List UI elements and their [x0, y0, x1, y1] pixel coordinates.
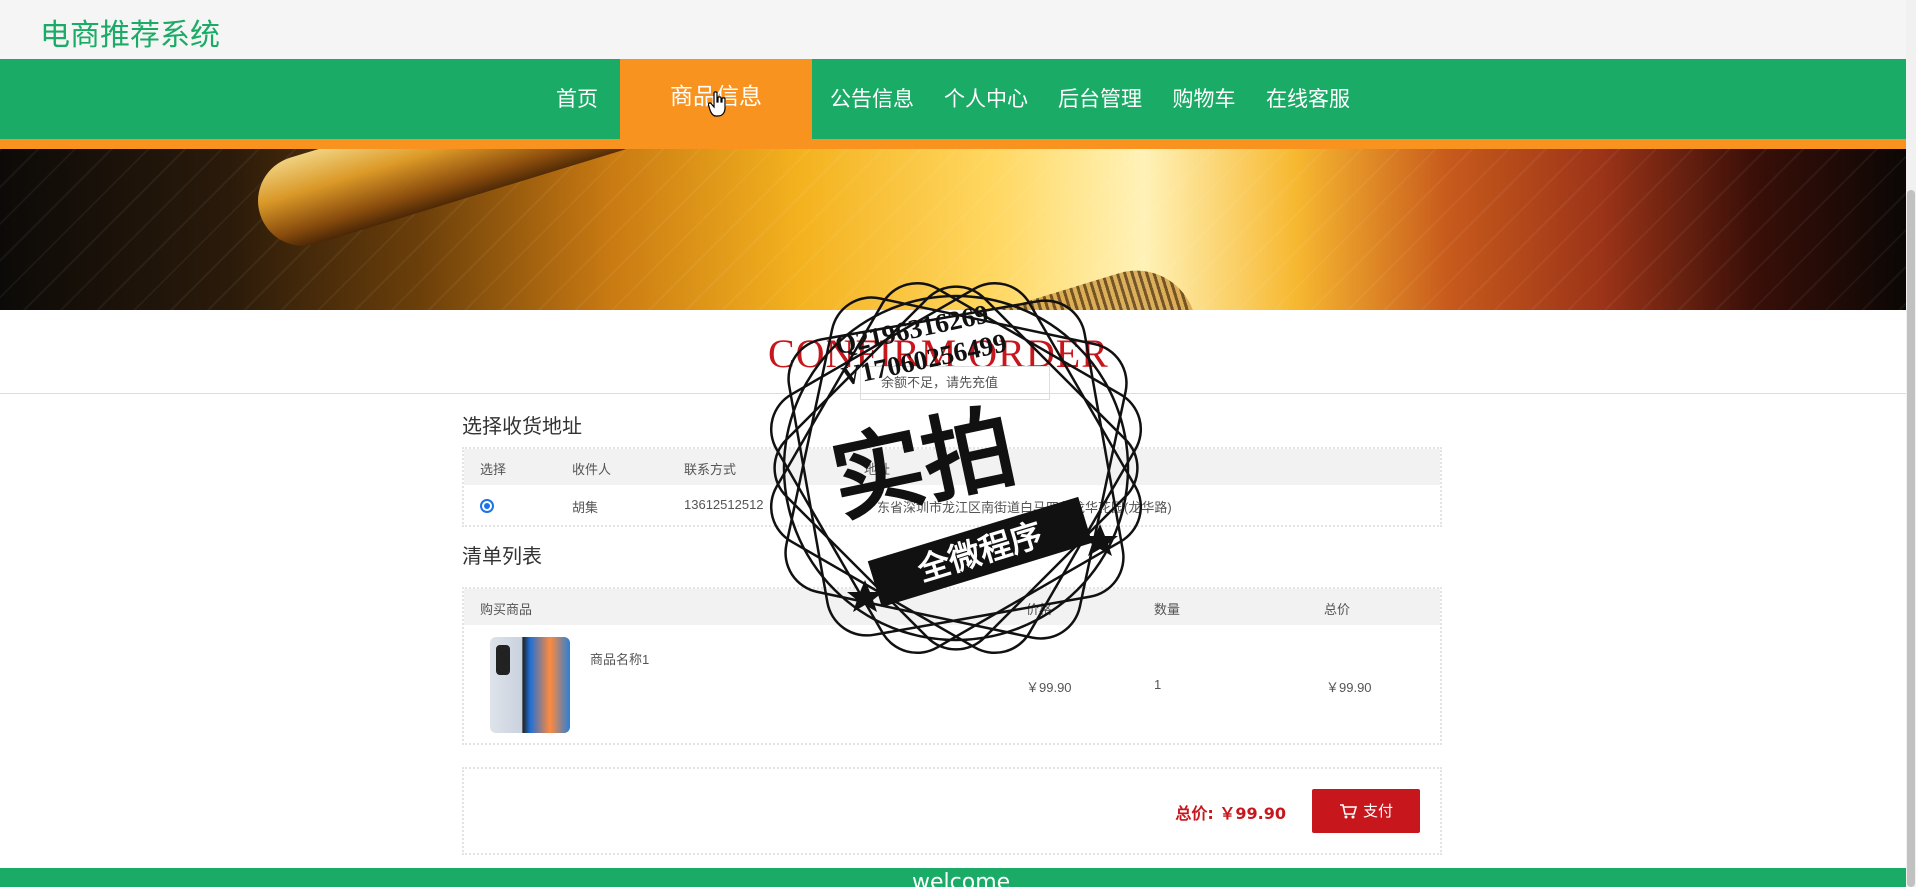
nav-item-announcements[interactable]: 公告信息 — [822, 59, 922, 139]
camera-icon — [496, 645, 510, 675]
recipient-cell: 胡集 — [572, 500, 599, 515]
cart-table: 购买商品 价格 数量 总价 商品名称1 ￥99.90 1 ￥99.90 — [462, 587, 1442, 745]
microphone-grille-image — [908, 255, 1212, 310]
nav-item-support[interactable]: 在线客服 — [1258, 59, 1358, 139]
column-header: 购买商品 — [480, 602, 533, 617]
footer-text: welcome — [912, 870, 1011, 887]
price-cell: ￥99.90 — [1026, 680, 1072, 695]
nav-item-cart[interactable]: 购物车 — [1164, 59, 1244, 139]
phone-product-icon[interactable] — [490, 637, 570, 733]
nav-item-home[interactable]: 首页 — [537, 59, 617, 139]
cart-section-title: 清单列表 — [462, 544, 542, 568]
column-header: 价格 — [1026, 602, 1053, 617]
column-header: 收件人 — [572, 462, 612, 477]
column-header: 选择 — [480, 462, 507, 477]
column-header: 数量 — [1154, 602, 1181, 617]
nav-label: 公告信息 — [830, 87, 914, 111]
microphone-image — [246, 149, 1134, 258]
pay-label: 支付 — [1362, 802, 1393, 820]
scrollbar[interactable] — [1906, 0, 1916, 887]
footer: welcome — [0, 868, 1906, 887]
pay-button[interactable]: 支付 — [1312, 789, 1420, 833]
nav-label: 在线客服 — [1266, 87, 1350, 111]
total-value: ￥99.90 — [1219, 804, 1286, 823]
subtotal-cell: ￥99.90 — [1326, 680, 1372, 695]
nav-label: 首页 — [556, 87, 598, 111]
table-header: 购买商品 价格 数量 总价 — [464, 589, 1440, 625]
cart-icon — [1339, 804, 1357, 819]
top-bar: 电商推荐系统 — [0, 0, 1906, 59]
total-label: 总价: — [1175, 804, 1214, 823]
nav-accent-stripe — [0, 139, 1906, 149]
hero-banner — [0, 149, 1906, 310]
quantity-cell: 1 — [1154, 677, 1162, 692]
nav-label: 后台管理 — [1058, 87, 1142, 111]
nav-label: 购物车 — [1172, 87, 1236, 111]
nav-item-admin[interactable]: 后台管理 — [1050, 59, 1150, 139]
total-price: 总价: ￥99.90 — [1175, 800, 1286, 824]
hand-cursor-icon — [708, 91, 726, 117]
address-radio[interactable] — [480, 499, 494, 513]
phone-cell: 13612512512 — [684, 497, 764, 512]
scrollbar-thumb[interactable] — [1907, 190, 1915, 887]
order-summary: 总价: ￥99.90 支付 — [462, 767, 1442, 855]
main-nav: 首页 商品信息 公告信息 个人中心 后台管理 购物车 在线客服 — [0, 59, 1906, 139]
column-header: 总价 — [1324, 602, 1351, 617]
nav-label: 个人中心 — [944, 87, 1028, 111]
nav-item-profile[interactable]: 个人中心 — [936, 59, 1036, 139]
site-title[interactable]: 电商推荐系统 — [40, 10, 220, 54]
column-header: 联系方式 — [684, 462, 737, 477]
product-name-link[interactable]: 商品名称1 — [590, 649, 649, 668]
address-section-title: 选择收货地址 — [462, 414, 582, 438]
